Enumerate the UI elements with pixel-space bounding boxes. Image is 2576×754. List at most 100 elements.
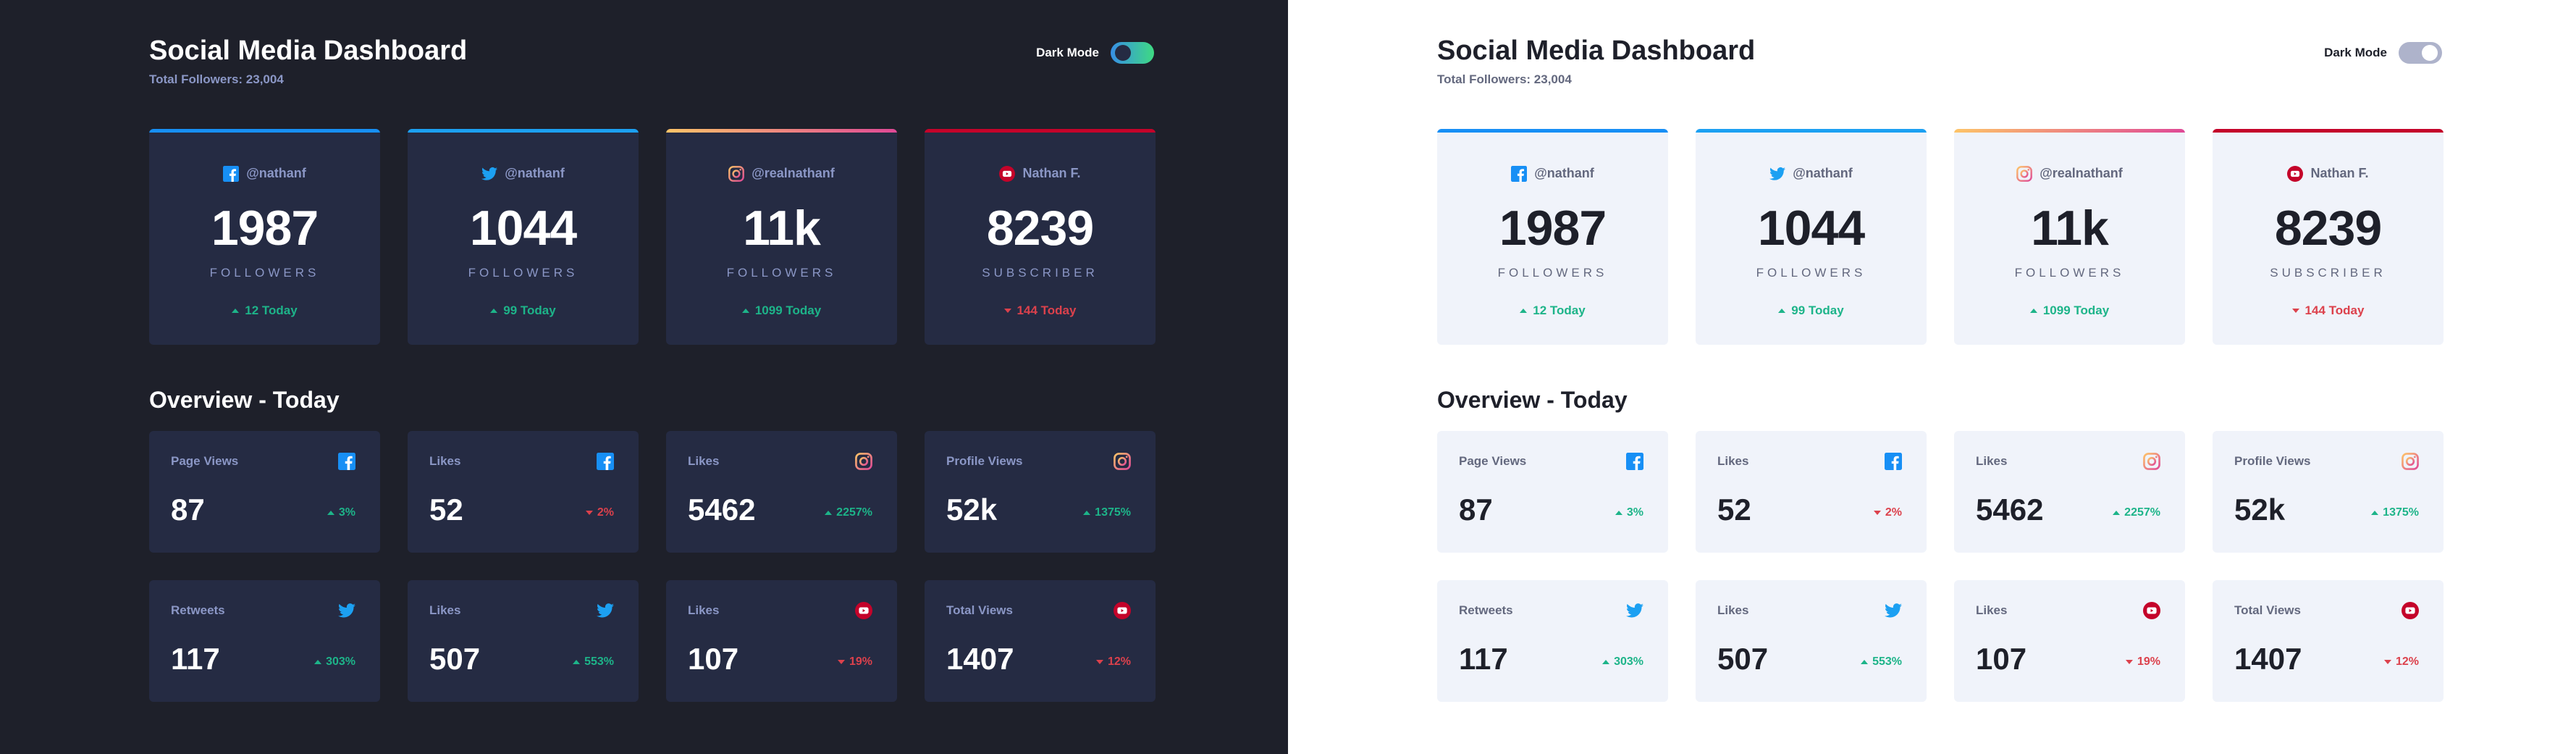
overview-card: Total Views 1407 12% — [2213, 579, 2444, 702]
dark-mode-toggle[interactable] — [1111, 42, 1154, 64]
follower-count: 11k — [743, 200, 821, 256]
handle: @nathanf — [1793, 166, 1853, 181]
trend-arrow-icon — [573, 659, 581, 664]
handle: @nathanf — [505, 166, 565, 181]
handle: @realnathanf — [2040, 166, 2123, 181]
dark-mode-toggle-group: Dark Mode — [2324, 42, 2442, 64]
metric-value: 1407 — [2234, 641, 2302, 676]
today-text: 1099 Today — [754, 303, 822, 317]
trend-arrow-icon — [232, 308, 240, 313]
metric-percent: 3% — [1626, 506, 1643, 519]
metric-change: 2257% — [825, 506, 872, 519]
overview-grid: Page Views 87 3% Likes 52 2% Likes 5462 2257% … — [149, 430, 1288, 702]
handle: @realnathanf — [752, 166, 835, 181]
metric-label: Total Views — [946, 603, 1013, 617]
overview-card: Page Views 87 3% — [1437, 430, 1668, 553]
trend-arrow-icon — [490, 308, 498, 313]
handle: @nathanf — [1534, 166, 1594, 181]
metric-percent: 553% — [584, 655, 614, 668]
metric-value: 52 — [429, 492, 463, 527]
total-followers: Total Followers: 23,004 — [1437, 72, 1572, 86]
youtube-icon — [2287, 165, 2304, 182]
toggle-knob[interactable] — [1115, 45, 1131, 61]
metric-label: Profile Views — [946, 453, 1023, 468]
trend-arrow-icon — [314, 659, 322, 664]
trend-arrow-icon — [1003, 308, 1011, 313]
trend-arrow-icon — [2371, 510, 2379, 515]
youtube-icon — [855, 601, 872, 619]
trend-arrow-icon — [585, 510, 593, 515]
follower-label: SUBSCRIBER — [2270, 265, 2386, 280]
today-change: 1099 Today — [1954, 303, 2185, 318]
today-text: 12 Today — [1533, 303, 1586, 317]
follower-card: Nathan F. 8239 SUBSCRIBER 144 Today — [2213, 128, 2444, 345]
twitter-icon — [597, 602, 614, 619]
overview-card: Profile Views 52k 1375% — [925, 430, 1156, 553]
metric-percent: 19% — [2137, 655, 2160, 668]
header: Social Media Dashboard Total Followers: … — [1437, 35, 2442, 87]
overview-card: Retweets 117 303% — [149, 579, 380, 702]
today-text: 99 Today — [1791, 303, 1844, 317]
metric-label: Retweets — [1459, 603, 1513, 617]
handle: Nathan F. — [1022, 166, 1081, 181]
metric-label: Page Views — [171, 453, 239, 468]
follower-label: FOLLOWERS — [2014, 265, 2125, 280]
follower-label: FOLLOWERS — [209, 265, 320, 280]
follower-card: @nathanf 1987 FOLLOWERS 12 Today — [1437, 128, 1668, 345]
metric-change: 3% — [1615, 506, 1643, 519]
metric-percent: 553% — [1872, 655, 1902, 668]
instagram-icon — [2143, 452, 2160, 470]
facebook-icon — [1626, 452, 1643, 470]
instagram-icon — [2016, 165, 2033, 182]
instagram-icon — [2402, 452, 2419, 470]
handle-row: @nathanf — [1696, 166, 1927, 182]
overview-grid: Page Views 87 3% Likes 52 2% Likes 5462 2257% … — [1437, 430, 2576, 702]
today-text: 12 Today — [245, 303, 298, 317]
metric-percent: 1375% — [2383, 506, 2419, 519]
light-mode-panel: Social Media Dashboard Total Followers: … — [1288, 0, 2576, 754]
card-top-bar — [149, 128, 380, 133]
metric-value: 507 — [1717, 641, 1769, 676]
overview-card: Likes 507 553% — [408, 579, 639, 702]
metric-value: 107 — [1976, 641, 2027, 676]
overview-card: Likes 5462 2257% — [666, 430, 897, 553]
overview-card: Profile Views 52k 1375% — [2213, 430, 2444, 553]
facebook-icon — [1885, 452, 1902, 470]
facebook-icon — [597, 452, 614, 470]
twitter-icon — [338, 602, 355, 619]
card-top-bar — [1954, 128, 2185, 133]
metric-percent: 2257% — [836, 506, 872, 519]
card-top-bar — [1437, 128, 1668, 133]
follower-label: FOLLOWERS — [1497, 265, 1608, 280]
follower-label: SUBSCRIBER — [982, 265, 1098, 280]
header: Social Media Dashboard Total Followers: … — [149, 35, 1154, 87]
handle: Nathan F. — [2310, 166, 2369, 181]
dark-mode-toggle[interactable] — [2399, 42, 2442, 64]
follower-count: 1044 — [469, 200, 577, 256]
toggle-knob[interactable] — [2422, 45, 2438, 61]
follower-card: @realnathanf 11k FOLLOWERS 1099 Today — [1954, 128, 2185, 345]
metric-value: 107 — [688, 641, 739, 676]
metric-change: 303% — [314, 655, 355, 669]
metric-change: 2% — [585, 506, 614, 519]
metric-value: 1407 — [946, 641, 1014, 676]
card-top-bar — [1696, 128, 1927, 133]
overview-card: Likes 107 19% — [1954, 579, 2185, 702]
metric-percent: 1375% — [1095, 506, 1131, 519]
twitter-icon — [1769, 166, 1786, 182]
metric-label: Retweets — [171, 603, 225, 617]
trend-arrow-icon — [2113, 510, 2121, 515]
follower-card: @nathanf 1987 FOLLOWERS 12 Today — [149, 128, 380, 345]
overview-card: Likes 52 2% — [1696, 430, 1927, 553]
today-change: 99 Today — [408, 303, 639, 318]
follower-count: 8239 — [2274, 200, 2382, 256]
metric-label: Likes — [429, 453, 461, 468]
metric-percent: 303% — [1614, 655, 1643, 668]
follower-card: @nathanf 1044 FOLLOWERS 99 Today — [408, 128, 639, 345]
youtube-icon — [999, 165, 1016, 182]
trend-arrow-icon — [2383, 659, 2391, 664]
trend-arrow-icon — [1615, 510, 1622, 515]
handle-row: @nathanf — [149, 165, 380, 182]
page-title: Social Media Dashboard — [149, 35, 468, 66]
page-title: Social Media Dashboard — [1437, 35, 1756, 66]
